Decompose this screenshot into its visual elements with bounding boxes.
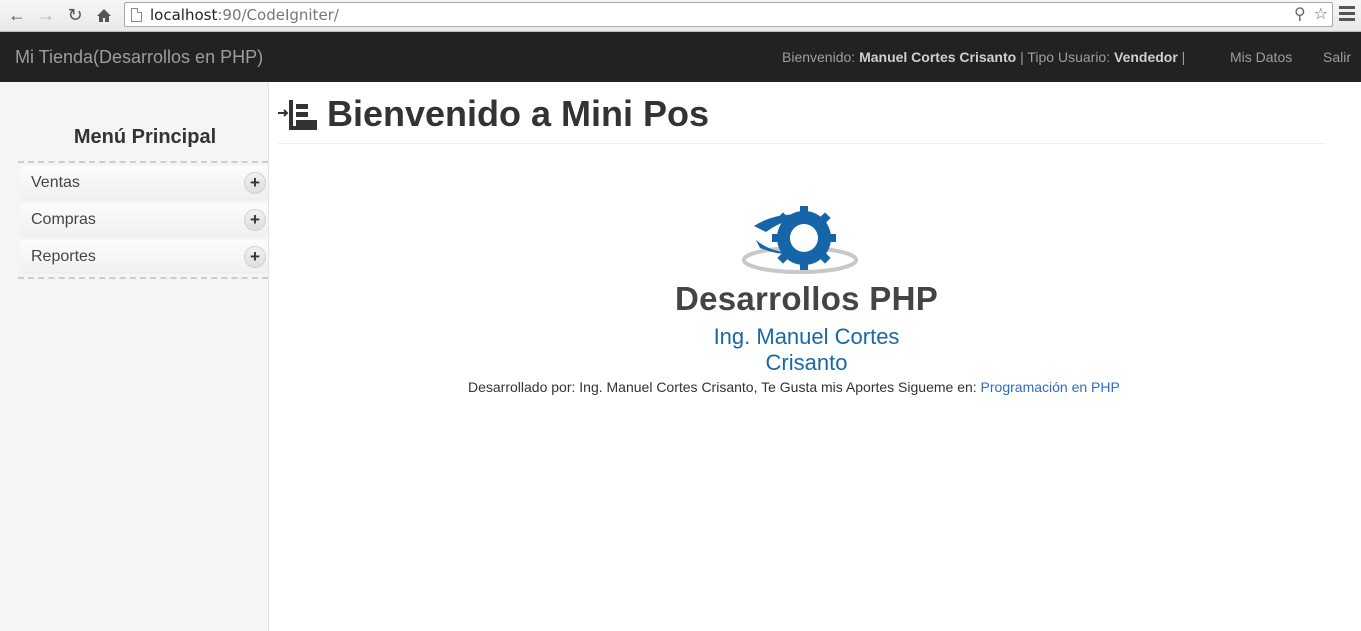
sidebar-item-label: Compras [31,211,96,228]
plus-icon[interactable]: + [244,172,266,194]
address-url[interactable]: localhost:90/CodeIgniter/ [150,6,339,24]
sidebar-item-reportes[interactable]: Reportes + [20,240,268,274]
sidebar-item-compras[interactable]: Compras + [20,203,268,237]
user-type: Vendedor [1114,49,1178,65]
credits-text: Desarrollado por: Ing. Manuel Cortes Cri… [468,379,1120,395]
back-icon[interactable]: ← [6,4,28,26]
page-icon [131,7,142,22]
php-programming-link[interactable]: Programación en PHP [981,379,1120,395]
logo-title: Desarrollos PHP [674,280,939,317]
indent-list-icon [278,100,317,130]
brand-link[interactable]: Mi Tienda(Desarrollos en PHP) [15,47,263,68]
menu-title: Menú Principal [73,126,217,148]
sidebar-item-label: Ventas [31,174,80,191]
sidebar-item-ventas[interactable]: Ventas + [20,166,268,200]
sidebar-item-label: Reportes [31,248,96,265]
sidebar: Menú Principal Ventas + Compras + Report… [0,82,269,631]
sidebar-menu: Ventas + Compras + Reportes + [18,161,268,279]
browser-menu-icon[interactable] [1339,6,1355,24]
main-content: Bienvenido a Mini Pos Desarrollos PHP In… [270,82,1361,631]
star-icon[interactable]: ☆ [1314,4,1328,24]
address-bar[interactable]: localhost:90/CodeIgniter/ ⚲ ☆ [124,2,1333,27]
page-header: Bienvenido a Mini Pos [278,94,1326,144]
user-info: Bienvenido: Manuel Cortes Crisanto | Tip… [782,49,1186,65]
key-icon[interactable]: ⚲ [1294,4,1306,24]
forward-icon[interactable]: → [35,4,57,26]
page-title: Bienvenido a Mini Pos [327,93,710,134]
plus-icon[interactable]: + [244,246,266,268]
browser-toolbar: ← → ↻ localhost:90/CodeIgniter/ ⚲ ☆ [0,0,1361,32]
my-data-link[interactable]: Mis Datos [1230,49,1292,65]
plus-icon[interactable]: + [244,209,266,231]
logout-link[interactable]: Salir [1323,49,1351,65]
top-navbar: Mi Tienda(Desarrollos en PHP) Bienvenido… [0,32,1361,82]
company-logo: Desarrollos PHP Ing. Manuel Cortes Crisa… [674,204,939,375]
reload-icon[interactable]: ↻ [64,4,86,26]
home-icon[interactable] [93,4,115,26]
gear-icon [742,206,858,274]
user-name: Manuel Cortes Crisanto [859,49,1017,65]
logo-subtitle: Ing. Manuel Cortes Crisanto [713,324,900,375]
